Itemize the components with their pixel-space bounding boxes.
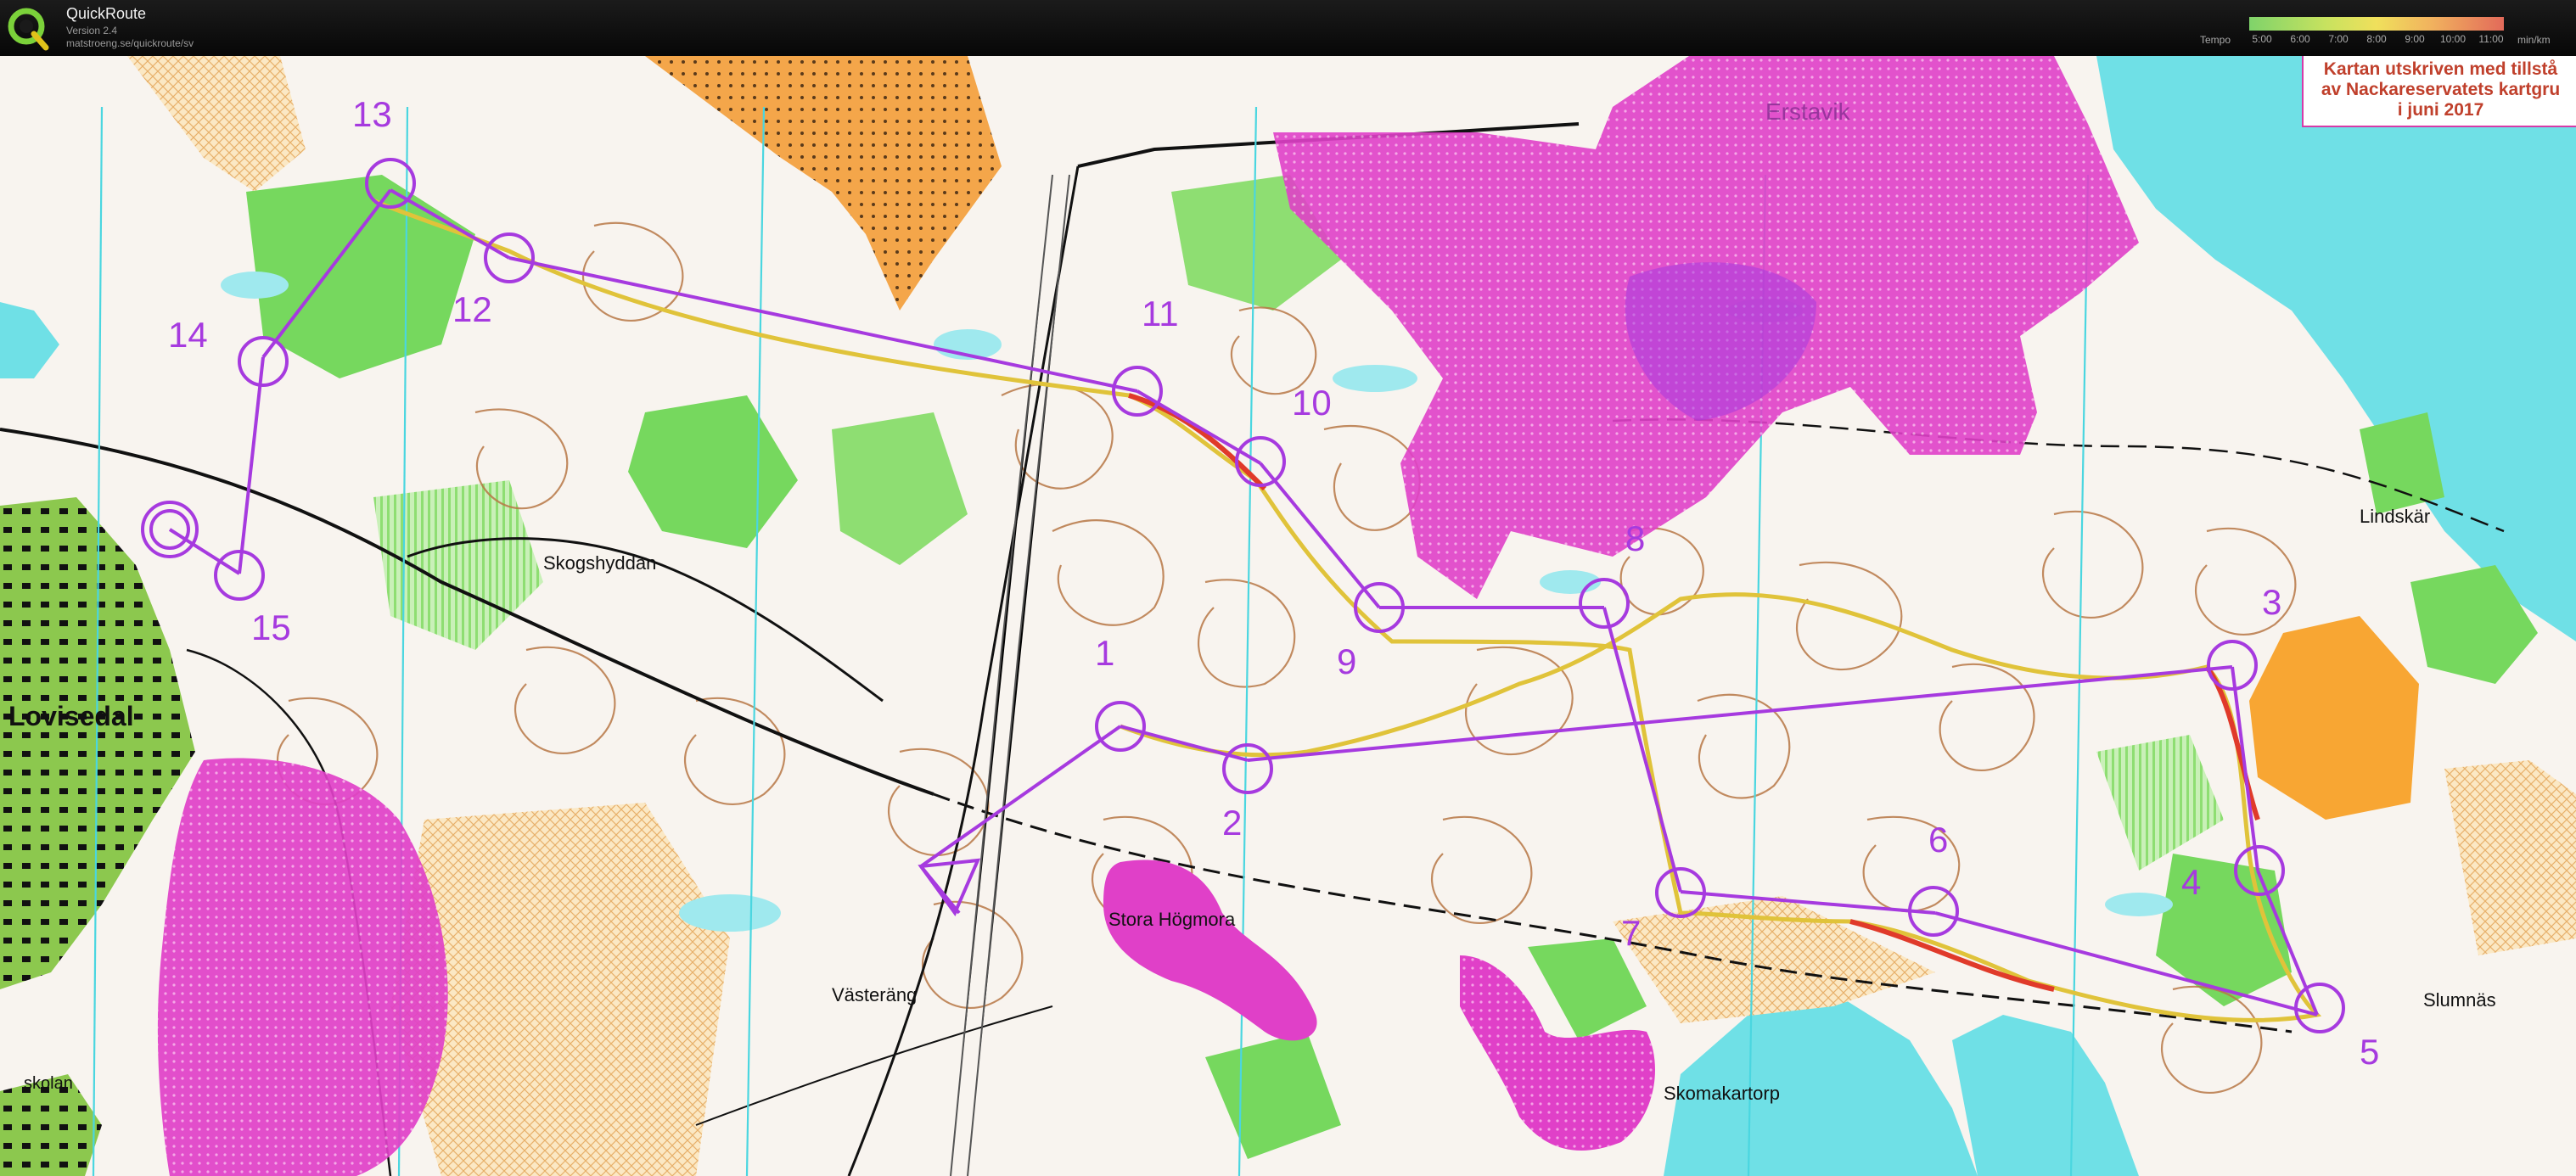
control-number-8: 8 [1625,518,1646,558]
place-slumnas: Slumnäs [2423,989,2496,1011]
permit-note-line-3: i juni 2017 [2397,100,2484,120]
quickroute-logo-icon [8,8,49,51]
tempo-tick: 10:00 [2439,33,2467,45]
orienteering-map[interactable]: 1 2 3 4 5 6 7 8 9 10 11 12 13 14 15 Erst… [0,56,2576,1176]
control-number-6: 6 [1928,820,1949,860]
tempo-tick: 5:00 [2252,33,2272,45]
tempo-label: Tempo [2200,34,2231,46]
control-number-11: 11 [1142,294,1179,333]
tempo-tick: 11:00 [2478,33,2504,45]
tempo-unit: min/km [2517,34,2551,46]
tempo-tick: 6:00 [2290,33,2310,45]
control-number-15: 15 [251,608,291,647]
control-number-3: 3 [2262,582,2282,622]
place-skomakartorp: Skomakartorp [1664,1083,1780,1104]
place-vasterang: Västeräng [832,984,918,1005]
place-erstavik: Erstavik [1765,98,1850,125]
place-skolan: skolan [24,1074,73,1093]
control-number-4: 4 [2181,862,2202,902]
control-number-14: 14 [168,315,208,355]
place-lindskar: Lindskär [2360,506,2431,527]
title-bar: QuickRoute Version 2.4 matstroeng.se/qui… [0,0,2576,57]
tempo-tick: 7:00 [2328,33,2349,45]
place-lovisedal: Lovisedal [8,701,134,731]
permit-note-line-1: Kartan utskriven med tillstå [2323,59,2558,79]
tempo-ticks: 5:00 6:00 7:00 8:00 9:00 10:00 11:00 [2249,33,2504,47]
place-stora-hogmora: Stora Högmora [1108,909,1236,930]
app-url[interactable]: matstroeng.se/quickroute/sv [66,37,194,49]
app-name: QuickRoute [66,5,147,22]
control-number-12: 12 [452,289,492,329]
place-skogshyddan: Skogshyddan [543,552,657,574]
permit-note-line-2: av Nackareservatets kartgru [2321,80,2561,99]
control-number-5: 5 [2360,1032,2380,1072]
control-number-13: 13 [352,94,392,134]
tempo-tick: 8:00 [2366,33,2387,45]
control-number-2: 2 [1222,803,1243,843]
tempo-color-scale [2249,17,2504,31]
control-number-10: 10 [1292,383,1332,423]
tempo-tick: 9:00 [2405,33,2425,45]
control-number-7: 7 [1621,913,1642,953]
control-number-9: 9 [1337,641,1357,681]
control-number-1: 1 [1095,633,1115,673]
map-canvas[interactable] [0,56,2576,1176]
map-permit-note: Kartan utskriven med tillstå av Nackares… [2302,56,2576,127]
app-version: Version 2.4 [66,25,118,36]
quickroute-window: QuickRoute Version 2.4 matstroeng.se/qui… [0,0,2576,1176]
